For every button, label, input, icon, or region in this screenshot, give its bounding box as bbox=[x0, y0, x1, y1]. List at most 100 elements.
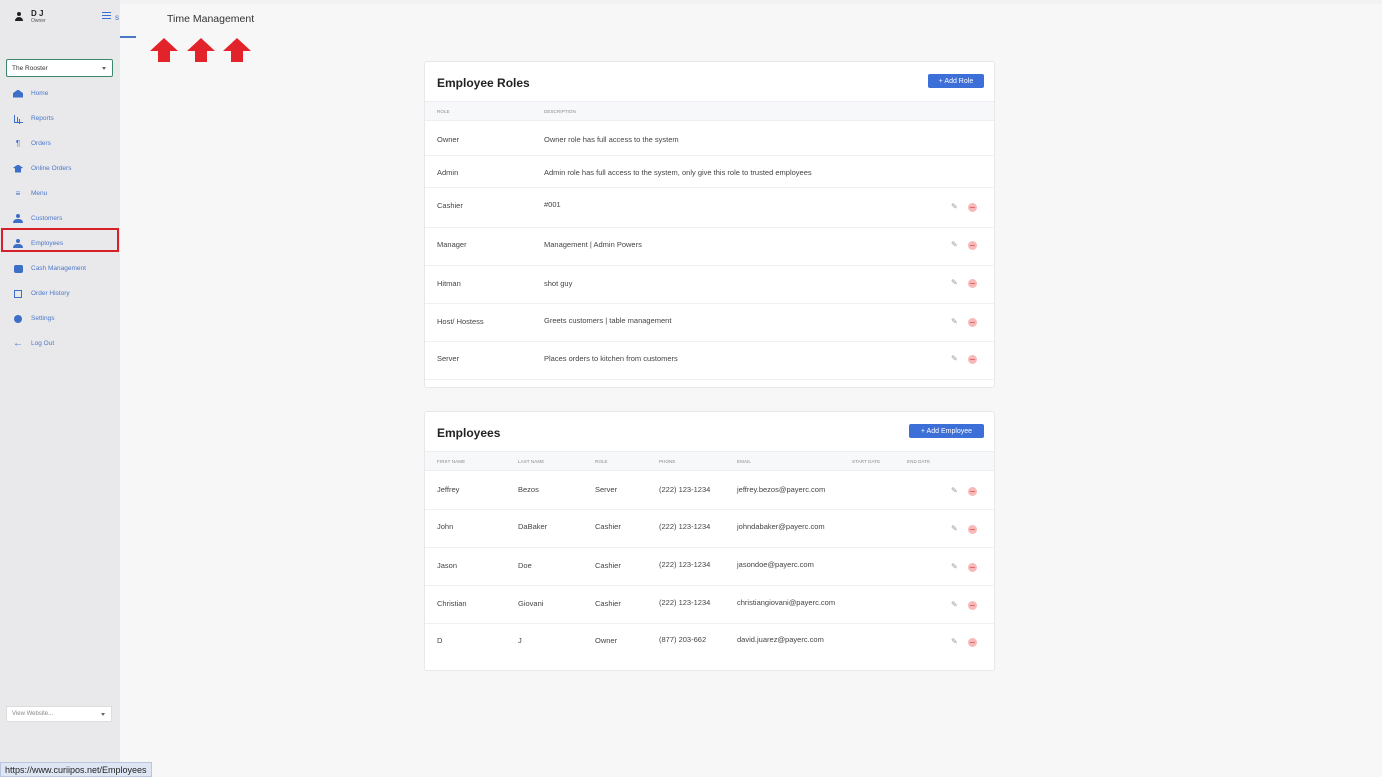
employees-table-header: First Name Last Name Role Phone Email St… bbox=[425, 451, 994, 471]
table-row: Jason Doe Cashier (222) 123-1234 jasondo… bbox=[425, 548, 994, 586]
last-name: J bbox=[518, 636, 522, 645]
table-row: Christian Giovani Cashier (222) 123-1234… bbox=[425, 586, 994, 624]
first-name: Jeffrey bbox=[437, 485, 460, 494]
table-row: Cashier #001 ✎ bbox=[425, 188, 994, 228]
view-website-select[interactable]: View Website... bbox=[6, 706, 112, 722]
sidebar-item-label: Order History bbox=[31, 290, 70, 297]
red-arrow-icon bbox=[187, 38, 215, 62]
store-select[interactable]: The Rooster bbox=[6, 59, 113, 77]
employee-role: Cashier bbox=[595, 561, 621, 570]
history-icon bbox=[13, 289, 23, 298]
add-role-button[interactable]: + Add Role bbox=[928, 74, 984, 88]
delete-icon[interactable] bbox=[968, 279, 977, 288]
tab-time-management[interactable]: Time Management bbox=[167, 13, 254, 25]
column-header: Email bbox=[737, 459, 752, 464]
employee-role: Server bbox=[595, 485, 618, 494]
role-name: Manager bbox=[437, 240, 467, 249]
delete-icon[interactable] bbox=[968, 638, 977, 647]
column-header: Role bbox=[595, 459, 608, 464]
delete-icon[interactable] bbox=[968, 203, 977, 212]
sidebar-item-menu[interactable]: ≡ Menu bbox=[0, 181, 120, 206]
edit-icon[interactable]: ✎ bbox=[951, 355, 959, 363]
edit-icon[interactable]: ✎ bbox=[951, 525, 959, 533]
sidebar-item-reports[interactable]: Reports bbox=[0, 106, 120, 131]
edit-icon[interactable]: ✎ bbox=[951, 563, 959, 571]
edit-icon[interactable]: ✎ bbox=[951, 318, 959, 326]
table-row: John DaBaker Cashier (222) 123-1234 john… bbox=[425, 510, 994, 548]
delete-icon[interactable] bbox=[968, 525, 977, 534]
delete-icon[interactable] bbox=[968, 601, 977, 610]
red-arrow-icon bbox=[223, 38, 251, 62]
arrow-left-icon: ← bbox=[13, 337, 23, 349]
last-name: Bezos bbox=[518, 485, 539, 494]
email: david.juarez@payerc.com bbox=[737, 635, 824, 644]
column-header: Role bbox=[437, 109, 450, 114]
employees-card: Employees + Add Employee First Name Last… bbox=[424, 411, 995, 671]
sidebar-item-log-out[interactable]: ← Log Out bbox=[0, 331, 120, 356]
tab-active-underline bbox=[120, 36, 136, 38]
role-name: Owner bbox=[437, 135, 460, 144]
add-employee-button[interactable]: + Add Employee bbox=[909, 424, 984, 438]
edit-icon[interactable]: ✎ bbox=[951, 638, 959, 646]
user-avatar-icon bbox=[14, 11, 24, 22]
sidebar-item-home[interactable]: Home bbox=[0, 81, 120, 106]
sidebar-item-order-history[interactable]: Order History bbox=[0, 281, 120, 306]
user-profile[interactable]: D J Owner bbox=[14, 9, 46, 24]
first-name: Christian bbox=[437, 599, 467, 608]
phone: (222) 123-1234 bbox=[659, 485, 711, 494]
column-header: Description bbox=[544, 109, 576, 114]
sidebar-item-online-orders[interactable]: Online Orders bbox=[0, 156, 120, 181]
tab-employees[interactable]: s bbox=[115, 13, 119, 22]
sidebar-item-cash-management[interactable]: Cash Management bbox=[0, 256, 120, 281]
role-description: Management | Admin Powers bbox=[544, 240, 642, 249]
last-name: Doe bbox=[518, 561, 532, 570]
bar-chart-icon bbox=[13, 114, 23, 123]
delete-icon[interactable] bbox=[968, 563, 977, 572]
view-website-value: View Website... bbox=[12, 711, 54, 717]
table-row: Admin Admin role has full access to the … bbox=[425, 156, 994, 188]
edit-icon[interactable]: ✎ bbox=[951, 203, 959, 211]
column-header: End Date bbox=[907, 459, 931, 464]
sidebar-item-label: Home bbox=[31, 90, 49, 97]
last-name: Giovani bbox=[518, 599, 544, 608]
role-description: Admin role has full access to the system… bbox=[544, 168, 812, 177]
table-row: Owner Owner role has full access to the … bbox=[425, 122, 994, 156]
sidebar-item-settings[interactable]: Settings bbox=[0, 306, 120, 331]
edit-icon[interactable]: ✎ bbox=[951, 279, 959, 287]
employees-card-title: Employees bbox=[437, 426, 501, 440]
edit-icon[interactable]: ✎ bbox=[951, 241, 959, 249]
table-row: Manager Management | Admin Powers ✎ bbox=[425, 228, 994, 266]
employee-role: Owner bbox=[595, 636, 618, 645]
employee-roles-card: Employee Roles + Add Role Role Descripti… bbox=[424, 61, 995, 388]
phone: (222) 123-1234 bbox=[659, 560, 711, 569]
role-description: Places orders to kitchen from customers bbox=[544, 354, 678, 363]
sidebar-item-label: Log Out bbox=[31, 340, 55, 347]
edit-icon[interactable]: ✎ bbox=[951, 487, 959, 495]
edit-icon[interactable]: ✎ bbox=[951, 601, 959, 609]
chevron-down-icon bbox=[101, 713, 105, 716]
table-row: Host/ Hostess Greets customers | table m… bbox=[425, 304, 994, 342]
sidebar-item-orders[interactable]: ¶ Orders bbox=[0, 131, 120, 156]
role-description: #001 bbox=[544, 200, 561, 209]
delete-icon[interactable] bbox=[968, 241, 977, 250]
email: christiangiovani@payerc.com bbox=[737, 598, 836, 607]
sidebar: D J Owner The Rooster Home Reports ¶ Ord… bbox=[0, 0, 120, 777]
sidebar-item-label: Menu bbox=[31, 190, 48, 197]
store-select-value: The Rooster bbox=[12, 65, 48, 72]
role-description: Greets customers | table management bbox=[544, 316, 672, 325]
delete-icon[interactable] bbox=[968, 355, 977, 364]
role-name: Host/ Hostess bbox=[437, 317, 484, 326]
gear-icon bbox=[13, 314, 23, 323]
role-description: Owner role has full access to the system bbox=[544, 135, 679, 144]
first-name: John bbox=[437, 522, 454, 531]
roles-card-title: Employee Roles bbox=[437, 76, 530, 90]
column-header: Phone bbox=[659, 459, 676, 464]
home-icon bbox=[13, 89, 23, 98]
sidebar-item-label: Settings bbox=[31, 315, 55, 322]
menu-icon: ≡ bbox=[15, 189, 21, 198]
status-url: https://www.curiipos.net/Employees bbox=[0, 762, 152, 777]
table-row: Jeffrey Bezos Server (222) 123-1234 jeff… bbox=[425, 472, 994, 510]
delete-icon[interactable] bbox=[968, 487, 977, 496]
delete-icon[interactable] bbox=[968, 318, 977, 327]
hamburger-menu-icon[interactable] bbox=[102, 12, 111, 19]
